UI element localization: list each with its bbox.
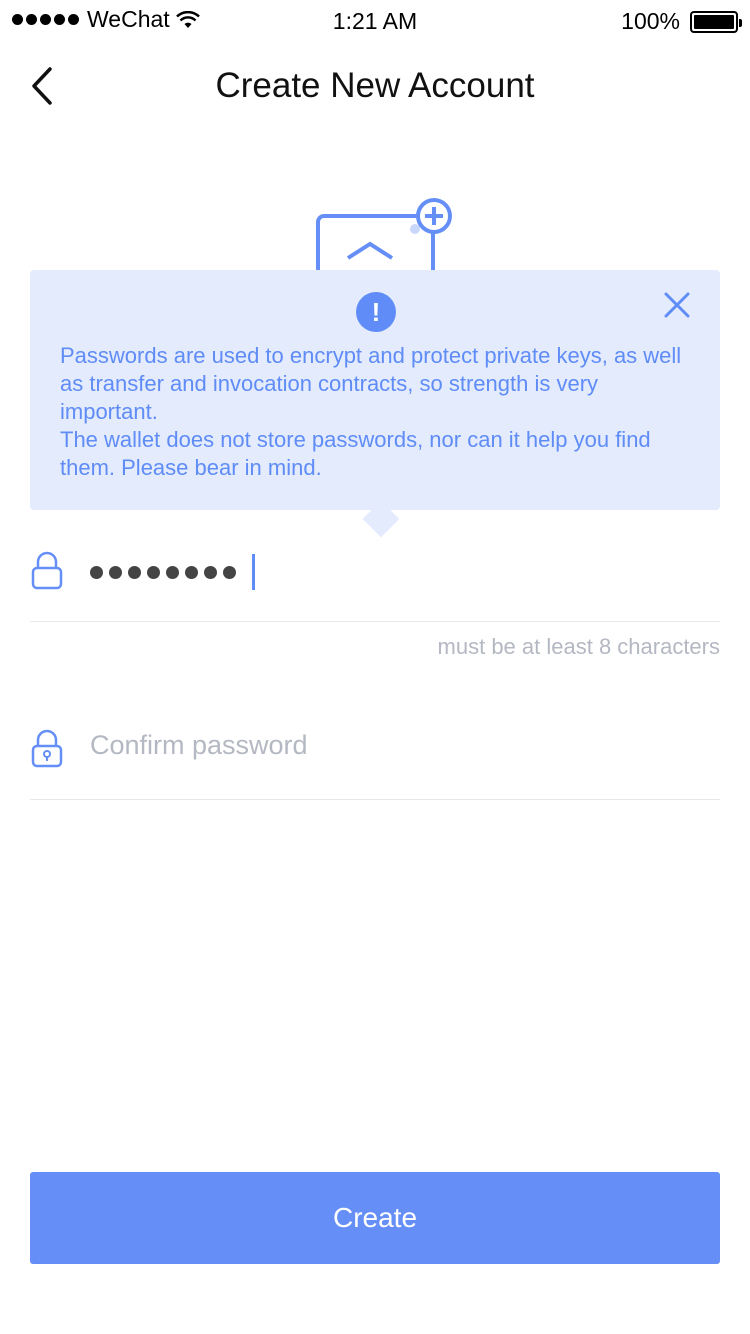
password-value — [90, 554, 255, 590]
tip-message: Passwords are used to encrypt and protec… — [60, 342, 700, 482]
wallet-add-illustration — [316, 198, 452, 276]
password-tip-popover: ! Passwords are used to encrypt and prot… — [30, 270, 720, 510]
lock-icon — [31, 551, 63, 590]
divider — [30, 799, 720, 800]
close-icon[interactable] — [662, 290, 692, 320]
status-right: 100% — [621, 8, 742, 35]
page-title: Create New Account — [215, 66, 535, 105]
lock-keyhole-icon — [31, 729, 63, 768]
info-icon: ! — [356, 292, 396, 332]
create-button[interactable]: Create — [30, 1172, 720, 1264]
tip-line-1: Passwords are used to encrypt and protec… — [60, 343, 682, 424]
text-caret — [252, 554, 255, 590]
password-hint: must be at least 8 characters — [437, 634, 720, 659]
battery-icon — [690, 10, 742, 33]
tip-line-2: The wallet does not store passwords, nor… — [60, 427, 651, 480]
nav-bar: Create New Account — [0, 44, 750, 128]
confirm-password-placeholder: Confirm password — [90, 730, 308, 760]
status-bar: WeChat 1:21 AM 100% — [0, 0, 750, 44]
divider — [30, 621, 720, 622]
battery-percentage: 100% — [621, 8, 680, 34]
confirm-password-field[interactable]: Confirm password — [30, 710, 720, 800]
password-field[interactable] — [30, 532, 720, 622]
